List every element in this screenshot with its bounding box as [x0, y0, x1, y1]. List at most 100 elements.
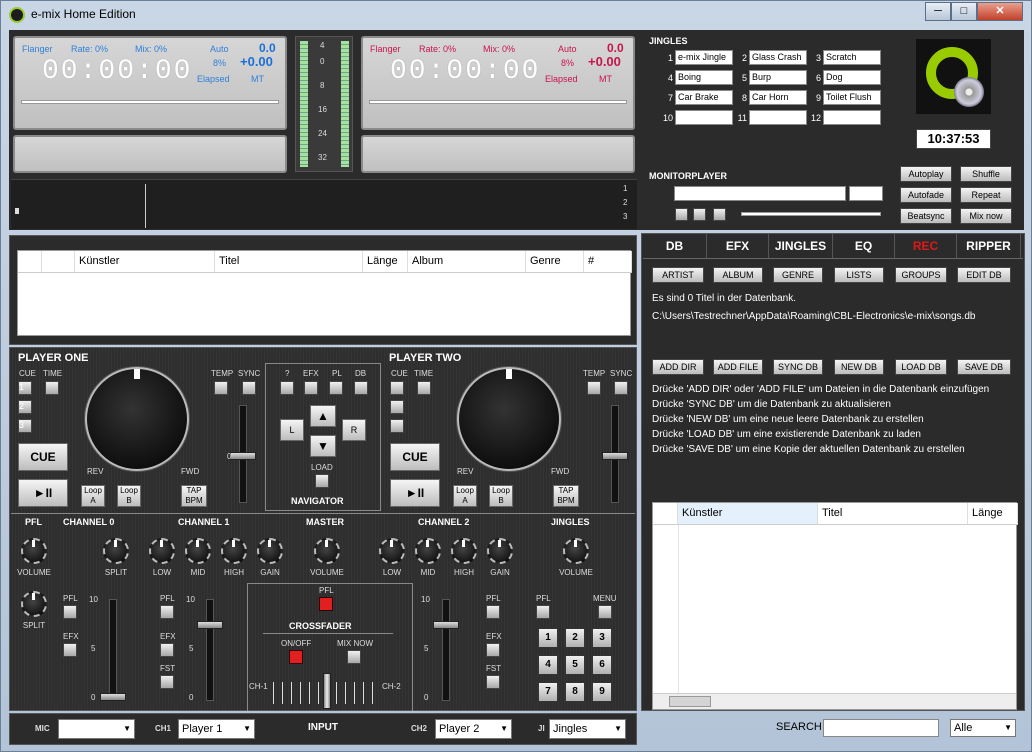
nav-right-button[interactable]: R	[342, 419, 366, 441]
jingle-pad-button[interactable]: 3	[592, 628, 612, 648]
p2-temp-button[interactable]	[587, 381, 601, 395]
p2-cue2-button[interactable]	[390, 400, 404, 414]
nav-efx-button[interactable]	[304, 381, 318, 395]
p1-tap-bpm-button[interactable]: TAP BPM	[181, 485, 207, 507]
waveform-page-3[interactable]: 3	[623, 212, 627, 221]
ch1-efx-button[interactable]	[160, 643, 174, 657]
p2-loop-b-button[interactable]: Loop B	[489, 485, 513, 507]
crossfader-knob[interactable]	[323, 673, 331, 709]
deck2-progress-bar[interactable]	[369, 100, 627, 104]
waveform-page-2[interactable]: 2	[623, 198, 627, 207]
jingle-slot[interactable]	[749, 110, 807, 125]
jingle-slot[interactable]: Scratch	[823, 50, 881, 65]
master-pfl-button[interactable]	[319, 597, 333, 611]
jingle-pad-button[interactable]: 9	[592, 682, 612, 702]
db-view-button[interactable]: LISTS	[834, 267, 884, 283]
jingle-slot[interactable]: Boing	[675, 70, 733, 85]
jingle-menu-button[interactable]	[598, 605, 612, 619]
db-view-button[interactable]: GROUPS	[895, 267, 947, 283]
playlist-col-album[interactable]: Album	[408, 251, 526, 272]
jingle-slot[interactable]: Burp	[749, 70, 807, 85]
mic-select[interactable]: ▼	[58, 719, 135, 739]
ji-input-select[interactable]: Jingles ▼	[549, 719, 626, 739]
monitor-prev-button[interactable]	[675, 208, 688, 221]
playlist-col-kuenstler[interactable]: Künstler	[75, 251, 215, 272]
ch2-volume-fader[interactable]	[442, 599, 450, 701]
db-action-button[interactable]: ADD FILE	[713, 359, 763, 375]
tab-efx[interactable]: EFX	[707, 234, 769, 258]
p1-loop-a-button[interactable]: Loop A	[81, 485, 105, 507]
maximize-button[interactable]: □	[951, 2, 977, 21]
nav-load-button[interactable]	[315, 474, 329, 488]
ch1-volume-fader[interactable]	[206, 599, 214, 701]
jingle-slot[interactable]: e-mix Jingle	[675, 50, 733, 65]
p2-loop-a-button[interactable]: Loop A	[453, 485, 477, 507]
minimize-button[interactable]: ─	[925, 2, 951, 21]
db-view-button[interactable]: ARTIST	[652, 267, 704, 283]
jingle-pad-button[interactable]: 8	[565, 682, 585, 702]
p2-play-pause-button[interactable]: ►II	[390, 479, 440, 507]
p2-time-button[interactable]	[417, 381, 431, 395]
jingle-slot[interactable]: Car Brake	[675, 90, 733, 105]
deck1-progress-bar[interactable]	[21, 100, 279, 104]
nav-db-button[interactable]	[354, 381, 368, 395]
tab-ripper[interactable]: RIPPER	[957, 234, 1021, 258]
playlist-col-number[interactable]: #	[584, 251, 632, 272]
waveform-page-1[interactable]: 1	[623, 184, 627, 193]
nav-pl-button[interactable]	[329, 381, 343, 395]
tab-db[interactable]: DB	[643, 234, 707, 258]
p1-cue-button[interactable]: CUE	[18, 443, 68, 471]
ch2-volume-knob[interactable]	[433, 621, 459, 629]
p1-temp-button[interactable]	[214, 381, 228, 395]
monitor-play-button[interactable]	[693, 208, 706, 221]
p1-sync-button[interactable]	[242, 381, 256, 395]
db-col-titel[interactable]: Titel	[818, 503, 968, 525]
p1-loop-b-button[interactable]: Loop B	[117, 485, 141, 507]
monitor-progress[interactable]	[741, 212, 881, 216]
p2-cue-button[interactable]: CUE	[390, 443, 440, 471]
playlist-col-titel[interactable]: Titel	[215, 251, 363, 272]
p2-cue1-button[interactable]	[390, 381, 404, 395]
jingle-slot[interactable]	[823, 110, 881, 125]
waveform-strip[interactable]: 1 2 3	[11, 179, 637, 229]
p2-pitch-knob[interactable]	[602, 452, 628, 460]
ch1-pfl-button[interactable]	[160, 605, 174, 619]
jingle-pad-button[interactable]: 6	[592, 655, 612, 675]
jingle-pfl-button[interactable]	[536, 605, 550, 619]
monitor-next-button[interactable]	[713, 208, 726, 221]
nav-help-button[interactable]	[280, 381, 294, 395]
playlist-col-genre[interactable]: Genre	[526, 251, 584, 272]
autoplay-control-button[interactable]: Beatsync	[900, 208, 952, 224]
search-filter-select[interactable]: Alle ▼	[950, 719, 1016, 737]
close-button[interactable]: ✕	[977, 2, 1023, 21]
tab-rec[interactable]: REC	[895, 234, 957, 258]
playlist-col-laenge[interactable]: Länge	[363, 251, 408, 272]
p1-jog-wheel[interactable]	[85, 367, 189, 471]
p1-play-pause-button[interactable]: ►II	[18, 479, 68, 507]
jingle-pad-button[interactable]: 5	[565, 655, 585, 675]
autoplay-control-button[interactable]: Autoplay	[900, 166, 952, 182]
p1-pitch-knob[interactable]	[230, 452, 256, 460]
autoplay-control-button[interactable]: Autofade	[900, 187, 952, 203]
mixnow-button[interactable]	[347, 650, 361, 664]
db-hscroll-thumb[interactable]	[669, 696, 711, 707]
p1-time-button[interactable]	[45, 381, 59, 395]
ch1-fst-button[interactable]	[160, 675, 174, 689]
p1-cue2-button[interactable]: 2	[18, 400, 32, 414]
ch2-efx-button[interactable]	[486, 643, 500, 657]
db-hscrollbar[interactable]	[653, 693, 1016, 709]
p2-cue3-button[interactable]	[390, 419, 404, 433]
autoplay-control-button[interactable]: Repeat	[960, 187, 1012, 203]
db-action-button[interactable]: SAVE DB	[957, 359, 1011, 375]
ch1-volume-knob[interactable]	[197, 621, 223, 629]
tab-jingles[interactable]: JINGLES	[769, 234, 833, 258]
db-view-button[interactable]: EDIT DB	[957, 267, 1011, 283]
jingle-pad-button[interactable]: 1	[538, 628, 558, 648]
db-view-button[interactable]: GENRE	[773, 267, 823, 283]
nav-up-button[interactable]: ▲	[310, 405, 336, 427]
jingle-pad-button[interactable]: 7	[538, 682, 558, 702]
ch0-volume-knob[interactable]	[100, 693, 126, 701]
ch2-input-select[interactable]: Player 2 ▼	[435, 719, 512, 739]
jingle-pad-button[interactable]: 2	[565, 628, 585, 648]
jingle-slot[interactable]	[675, 110, 733, 125]
